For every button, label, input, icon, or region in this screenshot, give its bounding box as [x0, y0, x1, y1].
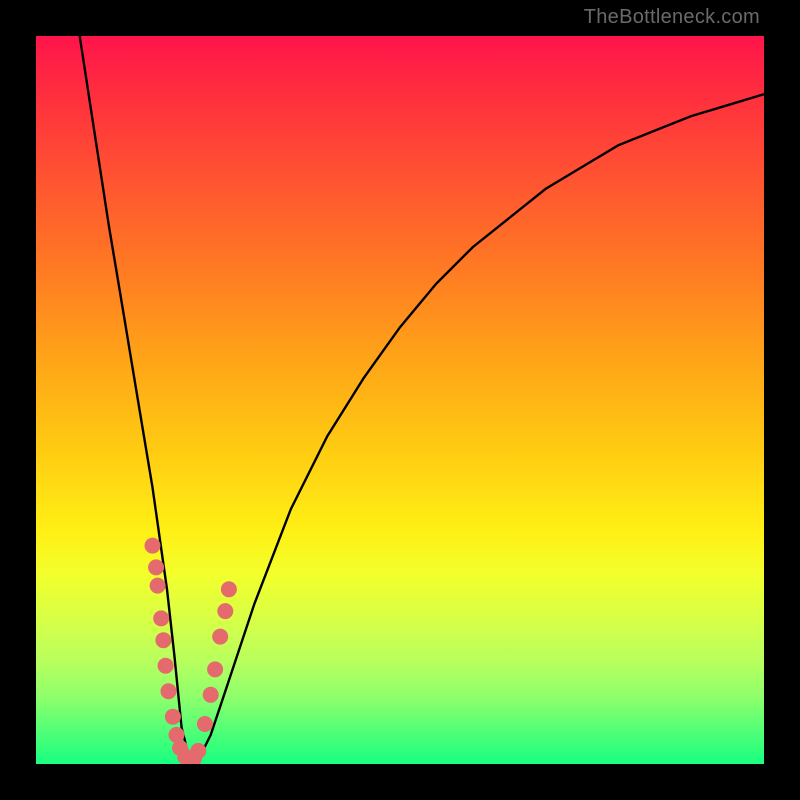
data-point: [203, 687, 219, 703]
data-point: [161, 683, 177, 699]
data-point: [165, 709, 181, 725]
data-point: [169, 727, 185, 743]
chart-frame: TheBottleneck.com: [0, 0, 800, 800]
data-point: [190, 743, 206, 759]
watermark-text: TheBottleneck.com: [584, 6, 760, 29]
data-point: [148, 559, 164, 575]
curve-layer: [36, 36, 764, 764]
data-point: [150, 578, 166, 594]
data-point: [197, 716, 213, 732]
data-point: [177, 749, 193, 764]
data-point: [217, 603, 233, 619]
bottleneck-curve: [80, 36, 764, 764]
data-point: [145, 538, 161, 554]
data-point: [153, 610, 169, 626]
data-point-markers: [145, 538, 237, 764]
data-point: [172, 740, 188, 756]
data-point: [182, 752, 198, 764]
data-point: [158, 658, 174, 674]
data-point: [186, 750, 202, 764]
data-point: [207, 661, 223, 677]
data-point: [155, 632, 171, 648]
data-point: [221, 581, 237, 597]
data-point: [212, 629, 228, 645]
plot-area: [36, 36, 764, 764]
